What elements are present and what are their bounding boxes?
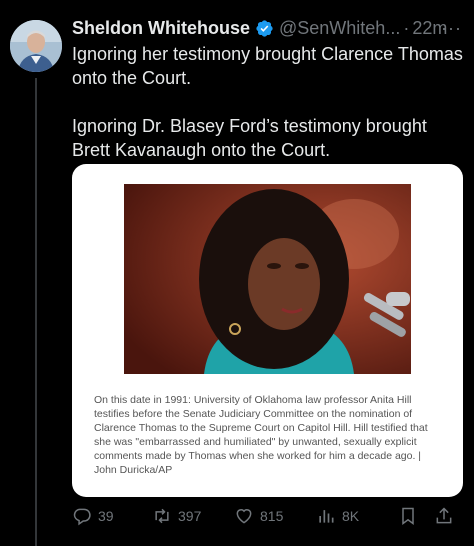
share-icon <box>436 507 452 524</box>
news-photo[interactable] <box>124 184 411 374</box>
verified-badge-icon <box>256 19 273 37</box>
author-avatar[interactable] <box>10 20 62 72</box>
media-card[interactable]: On this date in 1991: University of Okla… <box>72 164 463 497</box>
like-button[interactable]: 815 <box>234 506 283 526</box>
reply-button[interactable]: 39 <box>72 506 114 526</box>
author-handle[interactable]: @SenWhiteh... <box>279 18 400 39</box>
tweet-paragraph-1: Ignoring her testimony brought Clarence … <box>72 44 463 88</box>
like-count: 815 <box>260 508 284 524</box>
bookmark-icon <box>402 507 414 525</box>
repost-count: 397 <box>178 508 202 524</box>
repost-button[interactable]: 397 <box>152 506 201 526</box>
share-button[interactable] <box>434 506 454 526</box>
tweet-actions: 39 397 815 8K <box>72 506 456 530</box>
views-count: 8K <box>342 508 360 524</box>
photo-caption: On this date in 1991: University of Okla… <box>94 394 428 476</box>
tweet-paragraph-2: Ignoring Dr. Blasey Ford’s testimony bro… <box>72 116 427 160</box>
thread-line <box>35 78 37 546</box>
like-icon <box>236 509 252 524</box>
repost-icon <box>155 508 169 524</box>
tweet-text: Ignoring her testimony brought Clarence … <box>72 42 464 162</box>
more-icon[interactable]: ··· <box>441 18 462 39</box>
views-button[interactable]: 8K <box>316 506 359 526</box>
author-name[interactable]: Sheldon Whitehouse <box>72 18 250 39</box>
reply-count: 39 <box>98 508 114 524</box>
photo-image <box>124 184 411 374</box>
views-icon <box>319 510 334 523</box>
bookmark-button[interactable] <box>398 506 418 526</box>
reply-icon <box>73 508 91 526</box>
separator-dot: · <box>403 17 410 38</box>
tweet-header: Sheldon Whitehouse @SenWhiteh... · 22m ·… <box>72 16 462 40</box>
avatar-image <box>10 20 62 72</box>
